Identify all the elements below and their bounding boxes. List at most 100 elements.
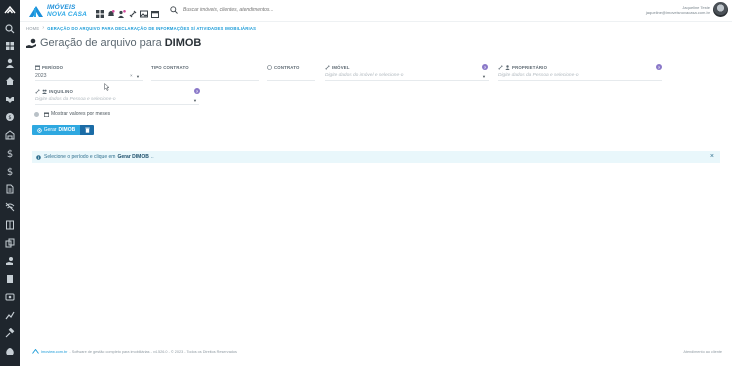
coin-icon[interactable]: $ bbox=[0, 109, 20, 125]
imovel-input[interactable]: Digite dados do imóvel e selecione-o bbox=[325, 73, 403, 78]
link-icon[interactable] bbox=[129, 5, 137, 18]
bell-icon[interactable] bbox=[107, 5, 115, 16]
alert-prefix: Selecione o período e clique em bbox=[44, 154, 116, 160]
inquilino-input[interactable]: Digite dados da Pessoa e selecione-o bbox=[35, 97, 116, 102]
proprietario-label: PROPRIETÁRIO bbox=[498, 65, 547, 70]
building-icon[interactable] bbox=[0, 127, 20, 143]
users-icon bbox=[42, 89, 47, 94]
footer-support-link[interactable]: Atendimento ao cliente bbox=[683, 350, 722, 354]
brand-house-icon bbox=[29, 6, 43, 17]
delete-button[interactable] bbox=[80, 125, 94, 135]
contrato-input[interactable] bbox=[267, 80, 315, 81]
chevron-down-icon[interactable]: ▼ bbox=[136, 74, 140, 79]
close-icon[interactable]: × bbox=[710, 153, 714, 161]
book-icon[interactable] bbox=[0, 217, 20, 233]
page-title-prefix: Geração de arquivo para bbox=[40, 37, 162, 49]
calendar-icon bbox=[35, 65, 40, 70]
top-bar: IMÓVEIS NOVA CASA Jaqueline Teste jaquel… bbox=[20, 0, 732, 22]
global-search[interactable] bbox=[170, 4, 330, 16]
chevron-down-icon[interactable]: ▼ bbox=[193, 98, 197, 103]
mouse-cursor-icon bbox=[104, 83, 110, 91]
user-email: jaqueline@imoveisnovacasa.com.br bbox=[645, 9, 710, 15]
svg-text:$: $ bbox=[7, 149, 13, 158]
money-bag-icon[interactable] bbox=[0, 343, 20, 359]
user-icon[interactable] bbox=[0, 55, 20, 71]
gear-icon bbox=[37, 127, 42, 133]
search-input[interactable] bbox=[183, 7, 313, 13]
badge-icon[interactable] bbox=[0, 289, 20, 305]
alert-bold: Gerar DIMOB bbox=[117, 154, 149, 160]
user-icon bbox=[505, 65, 510, 70]
svg-text:$: $ bbox=[7, 167, 13, 176]
inquilino-help-icon[interactable]: ? bbox=[194, 88, 200, 94]
contrato-label-text: CONTRATO bbox=[274, 65, 300, 70]
search-icon bbox=[170, 6, 178, 14]
app-logo-icon[interactable] bbox=[0, 0, 20, 20]
tipo-contrato-label: TIPO CONTRATO bbox=[151, 65, 189, 70]
link-icon bbox=[35, 89, 40, 94]
grid-icon[interactable] bbox=[96, 5, 104, 18]
link-icon bbox=[325, 65, 330, 70]
dollar-icon[interactable]: $ bbox=[0, 145, 20, 161]
users-icon[interactable] bbox=[118, 5, 126, 18]
no-wifi-icon[interactable] bbox=[0, 199, 20, 215]
hand-coin-icon[interactable] bbox=[0, 253, 20, 269]
periodo-clear-icon[interactable]: × bbox=[130, 73, 133, 78]
footer-brand-link[interactable]: Imoview.com.br bbox=[41, 350, 67, 354]
footer: Imoview.com.br - Software de gestão comp… bbox=[32, 349, 722, 354]
gerar-button-prefix: Gerar bbox=[43, 127, 57, 133]
alert-suffix: .. bbox=[150, 154, 154, 160]
gavel-icon[interactable] bbox=[0, 325, 20, 341]
breadcrumb-current: GERAÇÃO DO ARQUIVO PARA DECLARAÇÃO DE IN… bbox=[47, 25, 257, 31]
inquilino-label-text: INQUILINO bbox=[49, 89, 73, 94]
footer-text: - Software de gestão completo para imobi… bbox=[69, 349, 237, 354]
periodo-underline bbox=[35, 80, 143, 81]
imovel-label-text: IMÓVEL bbox=[332, 65, 350, 70]
chevron-down-icon[interactable]: ▼ bbox=[482, 74, 486, 79]
trash-icon bbox=[84, 127, 90, 133]
dashboard-icon[interactable] bbox=[0, 38, 20, 54]
brand-logo[interactable]: IMÓVEIS NOVA CASA bbox=[28, 2, 87, 20]
home-icon[interactable] bbox=[0, 73, 20, 89]
chart-icon[interactable] bbox=[0, 307, 20, 323]
brand-line-2: NOVA CASA bbox=[47, 11, 88, 18]
hand-coin-icon bbox=[26, 38, 36, 48]
mostrar-valores-label: Mostrar valores por meses bbox=[51, 111, 111, 117]
search-icon[interactable] bbox=[0, 21, 20, 37]
proprietario-underline bbox=[498, 80, 662, 81]
page-title-bold: DIMOB bbox=[164, 37, 202, 49]
proprietario-label-text: PROPRIETÁRIO bbox=[512, 65, 548, 70]
gerar-button-bold: DIMOB bbox=[58, 127, 76, 133]
dollar-icon[interactable]: $ bbox=[0, 163, 20, 179]
user-menu[interactable]: Jaqueline Teste jaqueline@imoveisnovacas… bbox=[646, 2, 728, 17]
info-icon bbox=[36, 154, 41, 160]
inquilino-underline bbox=[35, 104, 199, 105]
proprietario-input[interactable]: Digite dados da Pessoa e selecione-o bbox=[498, 73, 579, 78]
image-icon[interactable] bbox=[140, 5, 148, 18]
mostrar-valores-row: Mostrar valores por meses bbox=[34, 111, 110, 117]
gerar-dimob-button[interactable]: Gerar DIMOB bbox=[32, 125, 80, 135]
handshake-icon[interactable] bbox=[0, 91, 20, 107]
mostrar-valores-toggle[interactable] bbox=[34, 111, 39, 117]
proprietario-help-icon[interactable]: ? bbox=[656, 64, 662, 70]
avatar[interactable] bbox=[713, 2, 728, 17]
breadcrumb-home[interactable]: HOME bbox=[26, 26, 39, 31]
periodo-select[interactable]: 2023 bbox=[35, 73, 47, 79]
file-icon[interactable] bbox=[0, 181, 20, 197]
imoview-logo-icon bbox=[32, 349, 39, 354]
imovel-help-icon[interactable]: ? bbox=[482, 64, 488, 70]
chevron-right-icon: › bbox=[42, 25, 45, 31]
periodo-label: PERÍODO bbox=[35, 65, 63, 70]
calendar-icon[interactable] bbox=[151, 5, 159, 18]
brand-line-1: IMÓVEIS bbox=[47, 4, 76, 11]
svg-text:$: $ bbox=[8, 115, 11, 121]
tipo-contrato-select[interactable] bbox=[151, 80, 259, 81]
toolbar bbox=[96, 5, 159, 18]
imovel-label: IMÓVEL bbox=[325, 65, 350, 70]
imovel-underline bbox=[325, 80, 489, 81]
page-title: Geração de arquivo para DIMOB bbox=[26, 37, 201, 49]
copy-icon[interactable] bbox=[0, 235, 20, 251]
link-icon bbox=[498, 65, 503, 70]
contrato-label: CONTRATO bbox=[267, 65, 300, 70]
page-icon[interactable] bbox=[0, 271, 20, 287]
